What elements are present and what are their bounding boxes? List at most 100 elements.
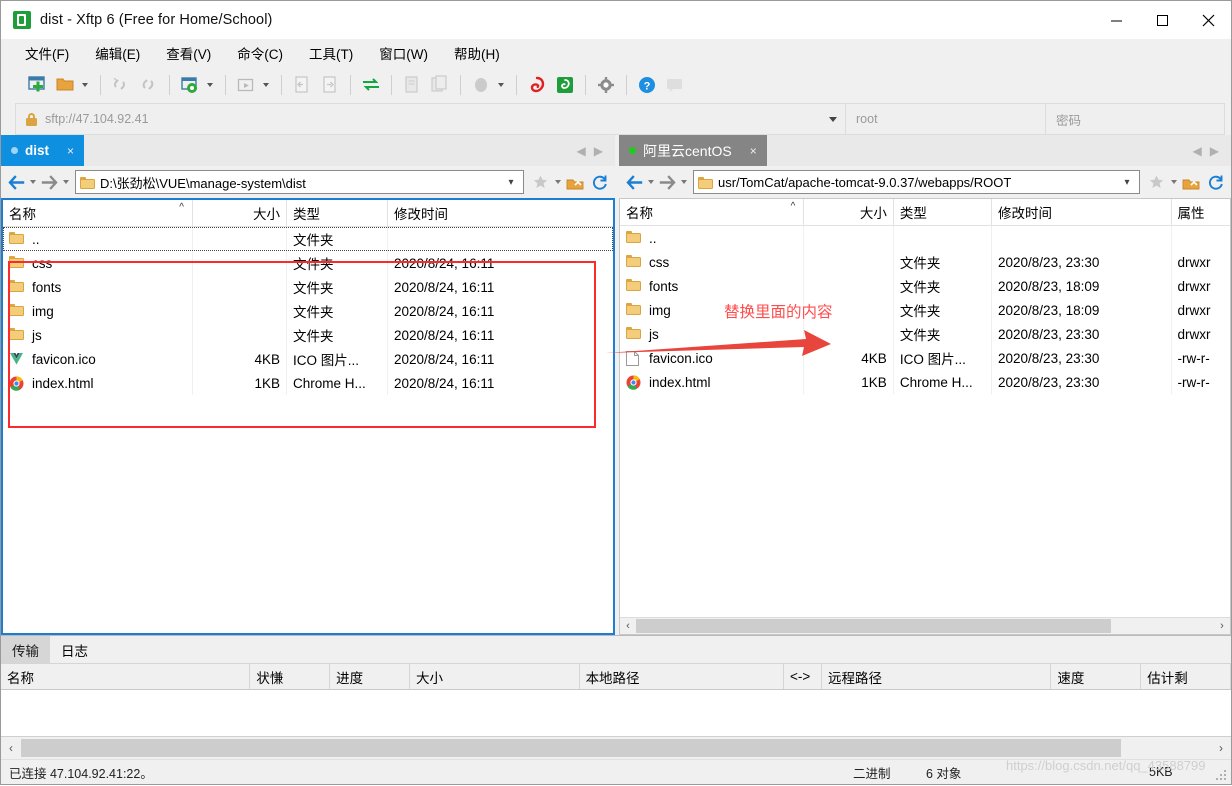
table-row[interactable]: fonts 文件夹 2020/8/23, 18:09 drwxr	[620, 274, 1230, 298]
scroll-thumb[interactable]	[21, 739, 1121, 757]
menu-view[interactable]: 查看(V)	[164, 41, 213, 65]
transfer-horizontal-scrollbar[interactable]: ‹ ›	[1, 736, 1231, 759]
remote-tab-nav: ◀ ▶	[1189, 135, 1231, 166]
column-header-type[interactable]: 类型	[287, 200, 388, 226]
transfer-column-header[interactable]: 状慊	[250, 664, 331, 689]
menu-edit[interactable]: 编辑(E)	[93, 41, 142, 65]
refresh-icon[interactable]	[1204, 171, 1226, 193]
help-icon[interactable]: ?	[635, 73, 659, 97]
back-icon[interactable]	[623, 171, 645, 193]
settings-gear-icon[interactable]	[594, 73, 618, 97]
bookmark-dropdown-icon[interactable]	[552, 171, 563, 193]
tab-scroll-left-icon[interactable]: ◀	[577, 144, 586, 158]
transfer-column-header[interactable]: 名称	[1, 664, 251, 689]
table-row[interactable]: js 文件夹 2020/8/24, 16:11	[3, 323, 613, 347]
table-row[interactable]: .. 文件夹	[3, 227, 613, 251]
tab-close-icon[interactable]: ×	[750, 144, 757, 158]
close-button[interactable]	[1185, 1, 1231, 39]
scroll-right-icon[interactable]: ›	[1211, 741, 1231, 755]
column-header-mtime[interactable]: 修改时间	[992, 199, 1172, 225]
table-row[interactable]: img 文件夹 2020/8/24, 16:11	[3, 299, 613, 323]
table-row[interactable]: index.html 1KB Chrome H... 2020/8/23, 23:30…	[620, 370, 1230, 394]
path-dropdown-icon[interactable]: ▾	[1119, 177, 1135, 188]
back-icon[interactable]	[5, 171, 27, 193]
menu-window[interactable]: 窗口(W)	[377, 41, 430, 65]
table-row[interactable]: index.html 1KB Chrome H... 2020/8/24, 16:11	[3, 371, 613, 395]
tab-close-icon[interactable]: ×	[67, 144, 74, 158]
column-header-size[interactable]: 大小	[804, 199, 894, 225]
tab-scroll-left-icon[interactable]: ◀	[1193, 144, 1202, 158]
tab-scroll-right-icon[interactable]: ▶	[1210, 144, 1219, 158]
scroll-track[interactable]	[21, 739, 1211, 757]
transfer-column-header[interactable]: 本地路径	[580, 664, 785, 689]
bookmark-dropdown-icon[interactable]	[1168, 171, 1179, 193]
transfer-column-header[interactable]: 进度	[330, 664, 410, 689]
host-address-field[interactable]: sftp://47.104.92.41	[15, 103, 845, 135]
back-dropdown-icon[interactable]	[27, 171, 38, 193]
path-dropdown-icon[interactable]: ▾	[503, 177, 519, 188]
transfer-column-header[interactable]: <->	[784, 664, 822, 689]
scroll-track[interactable]	[636, 619, 1214, 633]
scroll-thumb[interactable]	[636, 619, 1111, 633]
password-field[interactable]: 密码	[1045, 103, 1225, 135]
refresh-icon[interactable]	[588, 171, 610, 193]
file-name: index.html	[649, 374, 711, 390]
open-folder-icon[interactable]	[53, 73, 77, 97]
new-folder-dropdown-icon[interactable]	[204, 74, 215, 96]
table-row[interactable]: favicon.ico 4KB ICO 图片... 2020/8/24, 16:11	[3, 347, 613, 371]
tab-dist[interactable]: dist ×	[1, 135, 85, 166]
new-folder-properties-icon[interactable]	[178, 73, 202, 97]
scroll-left-icon[interactable]: ‹	[620, 620, 636, 632]
scroll-left-icon[interactable]: ‹	[1, 741, 21, 755]
transfer-column-header[interactable]: 估计剩	[1141, 664, 1231, 689]
table-row[interactable]: css 文件夹 2020/8/24, 16:11	[3, 251, 613, 275]
remote-horizontal-scrollbar[interactable]: ‹ ›	[620, 617, 1230, 634]
open-folder-dropdown-icon[interactable]	[79, 74, 90, 96]
transfer-column-header[interactable]: 大小	[410, 664, 580, 689]
xftp-icon[interactable]	[553, 73, 577, 97]
tab-log[interactable]: 日志	[50, 636, 99, 663]
resize-grip-icon[interactable]	[1216, 770, 1228, 782]
remote-path-input[interactable]: usr/TomCat/apache-tomcat-9.0.37/webapps/…	[693, 170, 1140, 194]
host-address-dropdown-icon[interactable]	[821, 117, 845, 122]
tab-scroll-right-icon[interactable]: ▶	[594, 144, 603, 158]
menu-tools[interactable]: 工具(T)	[307, 41, 355, 65]
scroll-right-icon[interactable]: ›	[1214, 620, 1230, 632]
tab-aliyun-centos[interactable]: 阿里云centOS ×	[619, 135, 767, 166]
local-path-input[interactable]: D:\张劲松\VUE\manage-system\dist ▾	[75, 170, 524, 194]
mode-dropdown-icon[interactable]	[495, 74, 506, 96]
menu-file[interactable]: 文件(F)	[23, 41, 71, 65]
table-row[interactable]: ..	[620, 226, 1230, 250]
local-file-list[interactable]: 名称 ^ 大小 类型 修改时间 .. 文件夹 css 文件夹 2020/8/24, 16…	[1, 198, 615, 635]
bookmark-star-icon[interactable]	[529, 171, 551, 193]
table-row[interactable]: favicon.ico 4KB ICO 图片... 2020/8/23, 23:30-…	[620, 346, 1230, 370]
menu-command[interactable]: 命令(C)	[235, 41, 285, 65]
table-row[interactable]: css 文件夹 2020/8/23, 23:30 drwxr	[620, 250, 1230, 274]
column-header-type[interactable]: 类型	[894, 199, 993, 225]
column-header-mtime[interactable]: 修改时间	[388, 200, 573, 226]
transfer-column-header[interactable]: 速度	[1051, 664, 1142, 689]
column-header-attrs[interactable]: 属性	[1172, 199, 1230, 225]
xshell-icon[interactable]	[525, 73, 549, 97]
minimize-button[interactable]	[1093, 1, 1139, 39]
column-header-size[interactable]: 大小	[193, 200, 287, 226]
home-folder-icon[interactable]	[1180, 171, 1202, 193]
new-session-icon[interactable]	[25, 73, 49, 97]
table-row[interactable]: img 文件夹 2020/8/23, 18:09 drwxr	[620, 298, 1230, 322]
bookmark-star-icon[interactable]	[1145, 171, 1167, 193]
forward-icon[interactable]	[38, 171, 60, 193]
home-folder-icon[interactable]	[564, 171, 586, 193]
maximize-button[interactable]	[1139, 1, 1185, 39]
transfer-column-header[interactable]: 远程路径	[822, 664, 1052, 689]
sync-transfer-icon[interactable]	[359, 73, 383, 97]
menu-help[interactable]: 帮助(H)	[452, 41, 502, 65]
tab-transfer[interactable]: 传输	[1, 636, 50, 663]
column-header-name[interactable]: 名称 ^	[620, 199, 805, 225]
column-header-name[interactable]: 名称 ^	[3, 200, 193, 226]
back-dropdown-icon[interactable]	[645, 171, 656, 193]
remote-file-list[interactable]: 名称 ^ 大小 类型 修改时间 属性 .. css 文件夹 2020/8/23, 23…	[619, 198, 1231, 635]
forward-icon[interactable]	[656, 171, 678, 193]
table-row[interactable]: js 文件夹 2020/8/23, 23:30 drwxr	[620, 322, 1230, 346]
username-field[interactable]: root	[845, 103, 1045, 135]
table-row[interactable]: fonts 文件夹 2020/8/24, 16:11	[3, 275, 613, 299]
